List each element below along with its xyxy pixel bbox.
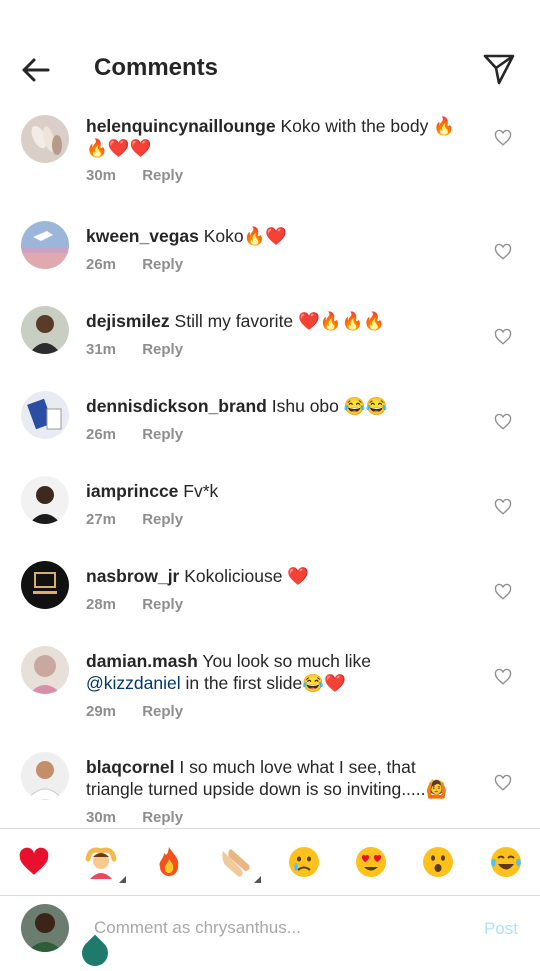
comment-text: kween_vegas Koko🔥❤️	[86, 225, 468, 247]
avatar[interactable]	[21, 752, 69, 800]
comment-username[interactable]: dejismilez	[86, 311, 170, 331]
post-button[interactable]: Post	[484, 919, 518, 939]
heart-eyes-emoji[interactable]	[354, 845, 388, 879]
like-heart-icon[interactable]	[494, 243, 512, 261]
comment-text: nasbrow_jr Kokoliciouse ❤️	[86, 565, 468, 587]
comment-body-continued: 🔥❤️❤️	[86, 138, 152, 158]
comment-item: nasbrow_jr Kokoliciouse ❤️ 28m Reply	[0, 554, 540, 639]
comment-username[interactable]: helenquincynaillounge	[86, 116, 276, 136]
emoji-quick-bar	[0, 828, 540, 896]
surprised-face-emoji[interactable]	[421, 845, 455, 879]
comment-time: 31m	[86, 341, 117, 358]
comment-body: Ishu obo 😂😂	[271, 396, 388, 416]
comment-item: iamprincce Fv*k 27m Reply	[0, 469, 540, 554]
comment-item: damian.mash You look so much like @kizzd…	[0, 639, 540, 745]
page-title: Comments	[94, 54, 219, 81]
comment-body-continued: in the first slide😂❤️	[180, 673, 346, 693]
avatar[interactable]	[21, 476, 69, 524]
comment-time: 30m	[86, 809, 117, 826]
comment-time: 26m	[86, 426, 117, 443]
comment-time: 28m	[86, 596, 117, 613]
comment-text: iamprincce Fv*k	[86, 480, 468, 502]
comment-time: 26m	[86, 256, 117, 273]
comment-list: helenquincynaillounge Koko with the body…	[0, 104, 540, 855]
back-arrow-icon[interactable]	[18, 52, 54, 88]
crying-face-emoji[interactable]	[287, 845, 321, 879]
comment-meta: 27m Reply	[86, 511, 183, 528]
like-heart-icon[interactable]	[494, 129, 512, 147]
reply-button[interactable]: Reply	[142, 341, 183, 358]
avatar[interactable]	[21, 306, 69, 354]
like-heart-icon[interactable]	[494, 328, 512, 346]
comment-meta: 29m Reply	[86, 703, 183, 720]
person-gesturing-ok-emoji[interactable]	[84, 845, 126, 883]
like-heart-icon[interactable]	[494, 668, 512, 686]
like-heart-icon[interactable]	[494, 413, 512, 431]
comment-body: Still my favorite ❤️🔥🔥🔥	[174, 311, 386, 331]
reply-button[interactable]: Reply	[142, 703, 183, 720]
comment-body: Koko with the body 🔥	[280, 116, 456, 136]
mention-link[interactable]: @kizzdaniel	[86, 673, 181, 693]
avatar[interactable]	[21, 561, 69, 609]
comment-username[interactable]: damian.mash	[86, 651, 198, 671]
red-heart-emoji[interactable]	[17, 845, 51, 879]
comment-body: Kokoliciouse ❤️	[184, 566, 310, 586]
current-user-avatar	[21, 904, 69, 952]
avatar[interactable]	[21, 646, 69, 694]
like-heart-icon[interactable]	[494, 583, 512, 601]
comment-text: dejismilez Still my favorite ❤️🔥🔥🔥	[86, 310, 468, 332]
comment-item: dejismilez Still my favorite ❤️🔥🔥🔥 31m R…	[0, 299, 540, 384]
comment-username[interactable]: nasbrow_jr	[86, 566, 179, 586]
tears-of-joy-emoji[interactable]	[489, 845, 523, 879]
comment-body-continued: triangle turned upside down is so inviti…	[86, 779, 448, 799]
comment-username[interactable]: iamprincce	[86, 481, 178, 501]
reply-button[interactable]: Reply	[142, 256, 183, 273]
avatar[interactable]	[21, 221, 69, 269]
skin-tone-indicator	[254, 876, 261, 883]
avatar[interactable]	[21, 115, 69, 163]
comment-time: 29m	[86, 703, 117, 720]
comment-username[interactable]: dennisdickson_brand	[86, 396, 267, 416]
reply-button[interactable]: Reply	[142, 167, 183, 184]
comment-meta: 26m Reply	[86, 426, 183, 443]
like-heart-icon[interactable]	[494, 774, 512, 792]
like-heart-icon[interactable]	[494, 498, 512, 516]
skin-tone-indicator	[119, 876, 126, 883]
comment-text: damian.mash You look so much like @kizzd…	[86, 650, 468, 694]
comment-username[interactable]: kween_vegas	[86, 226, 199, 246]
comment-meta: 31m Reply	[86, 341, 183, 358]
comment-text: dennisdickson_brand Ishu obo 😂😂	[86, 395, 468, 417]
reply-button[interactable]: Reply	[142, 511, 183, 528]
reply-button[interactable]: Reply	[142, 596, 183, 613]
clapping-hands-emoji[interactable]	[219, 845, 261, 883]
comment-meta: 28m Reply	[86, 596, 183, 613]
comment-meta: 26m Reply	[86, 256, 183, 273]
comment-text: blaqcornel I so much love what I see, th…	[86, 756, 468, 800]
comment-time: 30m	[86, 167, 117, 184]
comment-meta: 30m Reply	[86, 809, 183, 826]
comment-time: 27m	[86, 511, 117, 528]
header: Comments	[0, 0, 540, 104]
comment-meta: 30m Reply	[86, 167, 183, 184]
comment-input[interactable]	[94, 915, 454, 941]
direct-message-icon[interactable]	[482, 52, 516, 86]
reply-button[interactable]: Reply	[142, 809, 183, 826]
comment-username[interactable]: blaqcornel	[86, 757, 175, 777]
reply-button[interactable]: Reply	[142, 426, 183, 443]
comment-body: I so much love what I see, that	[179, 757, 416, 777]
comment-body: Koko🔥❤️	[203, 226, 288, 246]
comment-item: kween_vegas Koko🔥❤️ 26m Reply	[0, 214, 540, 299]
comment-text: helenquincynaillounge Koko with the body…	[86, 115, 468, 159]
avatar[interactable]	[21, 391, 69, 439]
comment-item: helenquincynaillounge Koko with the body…	[0, 104, 540, 214]
fire-emoji[interactable]	[152, 845, 186, 879]
comment-item: dennisdickson_brand Ishu obo 😂😂 26m Repl…	[0, 384, 540, 469]
comment-body: Fv*k	[183, 481, 219, 501]
comment-body: You look so much like	[202, 651, 372, 671]
